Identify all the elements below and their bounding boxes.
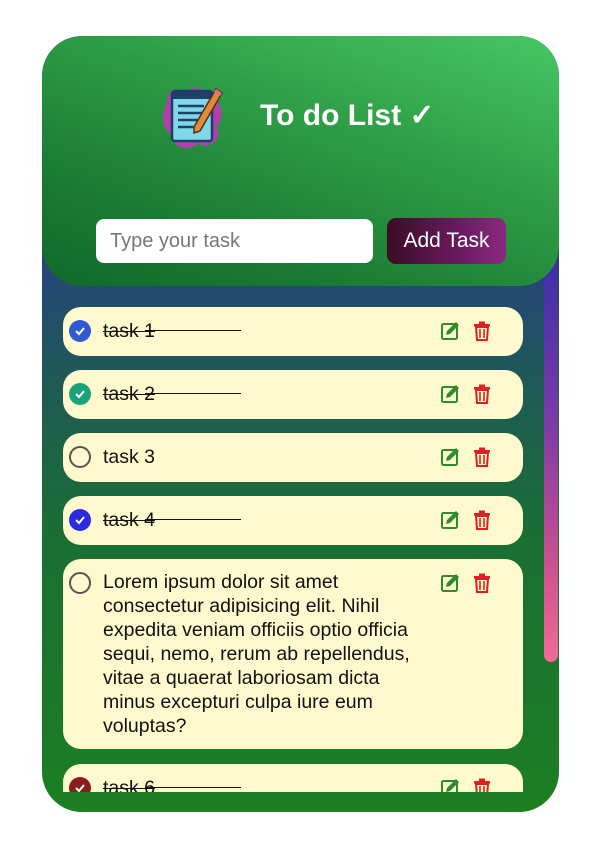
- checkbox-unchecked[interactable]: [69, 446, 91, 468]
- task-text: Lorem ipsum dolor sit amet consectetur a…: [103, 571, 410, 737]
- task-text: task 1: [103, 320, 242, 342]
- task-text: task 6: [103, 776, 242, 792]
- checkbox-checked[interactable]: [69, 383, 91, 405]
- list-item: task 2: [63, 370, 523, 419]
- list-item: task 4: [63, 496, 523, 545]
- checkbox-unchecked[interactable]: [69, 572, 91, 594]
- header: To do List ✓ Add Task: [42, 36, 559, 286]
- task-text: task 2: [103, 383, 242, 405]
- app-title: To do List ✓: [260, 99, 435, 132]
- trash-icon[interactable]: [473, 778, 491, 792]
- task-list: task 1 task 2 task 3 task 4 Lorem ipsum …: [42, 286, 559, 792]
- edit-icon[interactable]: [440, 447, 460, 467]
- check-icon: [75, 327, 85, 336]
- notepad-pencil-icon: [163, 87, 224, 149]
- checkbox-checked[interactable]: [69, 320, 91, 342]
- trash-icon[interactable]: [473, 573, 491, 593]
- todo-app: To do List ✓ Add Task task 1 task 2 tas: [42, 36, 559, 812]
- list-item: task 3: [63, 433, 523, 482]
- task-input[interactable]: [96, 219, 373, 263]
- trash-icon[interactable]: [473, 321, 491, 341]
- checkbox-checked[interactable]: [69, 509, 91, 531]
- edit-icon[interactable]: [440, 573, 460, 593]
- task-text: task 3: [103, 446, 156, 468]
- checkbox-checked[interactable]: [69, 777, 91, 792]
- add-task-button[interactable]: Add Task: [387, 218, 506, 264]
- trash-icon[interactable]: [473, 447, 491, 467]
- task-text: task 4: [103, 509, 242, 531]
- edit-icon[interactable]: [440, 321, 460, 341]
- edit-icon[interactable]: [440, 778, 460, 792]
- check-icon: [75, 390, 85, 399]
- list-item: task 1: [63, 307, 523, 356]
- edit-icon[interactable]: [440, 384, 460, 404]
- check-icon: [75, 516, 85, 525]
- list-item: task 6: [63, 764, 523, 792]
- list-item: Lorem ipsum dolor sit amet consectetur a…: [63, 559, 523, 749]
- trash-icon[interactable]: [473, 384, 491, 404]
- trash-icon[interactable]: [473, 510, 491, 530]
- check-icon: [75, 784, 85, 792]
- edit-icon[interactable]: [440, 510, 460, 530]
